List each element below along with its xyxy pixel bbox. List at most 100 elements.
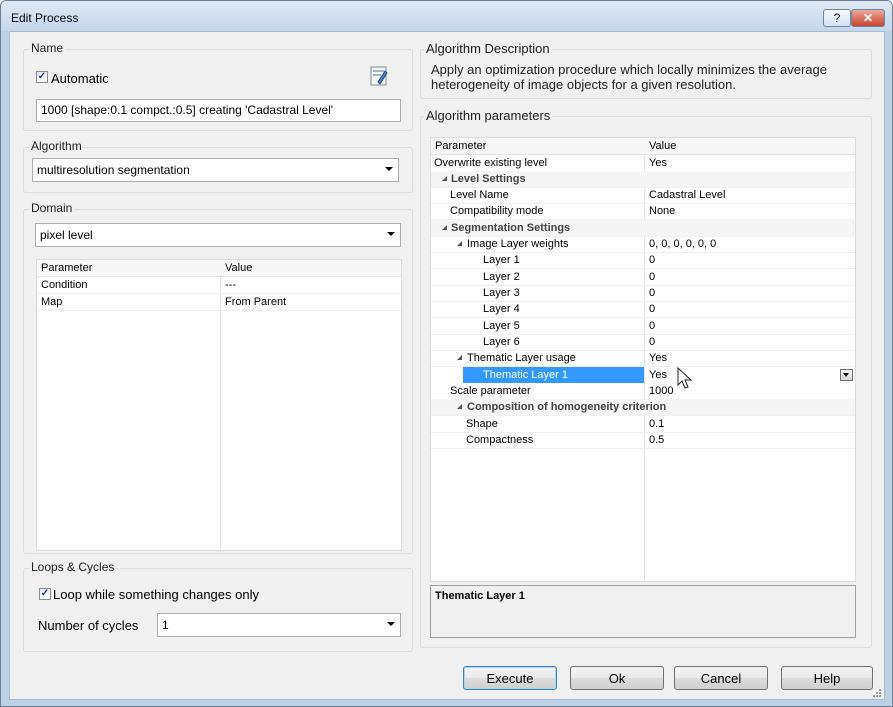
- loop-checkbox[interactable]: ✓: [39, 588, 51, 600]
- column-header-parameter: Parameter: [435, 140, 487, 152]
- param-row-layer-3[interactable]: Layer 3 0: [431, 285, 855, 302]
- help-button[interactable]: Help: [781, 666, 873, 690]
- automatic-label: Automatic: [51, 71, 109, 86]
- row-value: 0.1: [649, 418, 665, 430]
- row-value: 0.5: [649, 434, 665, 446]
- row-value: From Parent: [225, 296, 287, 308]
- row-parameter: Compatibility mode: [450, 205, 544, 217]
- cycles-select[interactable]: 1: [157, 613, 401, 637]
- row-value: 0: [649, 271, 656, 283]
- param-row-layer-4[interactable]: Layer 4 0: [431, 301, 855, 318]
- ok-button[interactable]: Ok: [570, 666, 664, 690]
- param-row-layer-5[interactable]: Layer 5 0: [431, 318, 855, 335]
- chevron-down-icon: [387, 622, 395, 626]
- domain-select-value: pixel level: [40, 228, 93, 242]
- algorithm-select[interactable]: multiresolution segmentation: [32, 158, 399, 182]
- param-row-image-layer-weights[interactable]: Image Layer weights 0, 0, 0, 0, 0, 0: [431, 236, 855, 253]
- domain-parameter-grid: Parameter Value Condition --- Map From P…: [36, 259, 402, 551]
- resize-grip-icon[interactable]: [872, 687, 882, 697]
- cancel-button[interactable]: Cancel: [674, 666, 768, 690]
- param-row-layer-1[interactable]: Layer 1 0: [431, 252, 855, 269]
- param-row-level-name[interactable]: Level Name Cadastral Level: [431, 187, 855, 204]
- param-row-overwrite[interactable]: Overwrite existing level Yes: [431, 155, 855, 172]
- row-parameter: Composition of homogeneity criterion: [467, 401, 667, 413]
- thematic-layer-dropdown-button[interactable]: [840, 369, 853, 381]
- title-bar: Edit Process ? ✕: [1, 1, 892, 31]
- row-value: 0: [649, 287, 656, 299]
- param-row-scale[interactable]: Scale parameter 1000: [431, 383, 855, 400]
- row-parameter: Overwrite existing level: [434, 157, 548, 169]
- loop-label: Loop while something changes only: [53, 587, 259, 602]
- collapse-triangle-icon: [439, 176, 447, 181]
- algorithm-parameter-grid: Parameter Value Overwrite existing level…: [430, 137, 856, 582]
- row-parameter: Thematic Layer usage: [467, 352, 576, 364]
- row-value: 0: [649, 254, 656, 266]
- parameter-help-box: Thematic Layer 1: [430, 585, 856, 638]
- cycles-label: Number of cycles: [38, 618, 139, 633]
- automatic-checkbox[interactable]: ✓: [36, 71, 48, 83]
- row-parameter: Level Name: [450, 189, 509, 201]
- row-value: Cadastral Level: [649, 189, 726, 201]
- row-value: 0, 0, 0, 0, 0, 0: [649, 238, 717, 250]
- chevron-down-icon: [843, 373, 849, 377]
- row-value: None: [649, 205, 676, 217]
- row-value: ---: [225, 279, 236, 291]
- row-parameter: Layer 6: [483, 336, 520, 348]
- row-parameter: Condition: [41, 279, 88, 291]
- algorithm-select-value: multiresolution segmentation: [37, 163, 190, 177]
- column-header-value: Value: [649, 140, 677, 152]
- param-section-segmentation-settings[interactable]: Segmentation Settings: [431, 220, 855, 237]
- algorithm-group-title: Algorithm: [29, 139, 84, 153]
- param-row-thematic-usage[interactable]: Thematic Layer usage Yes: [431, 350, 855, 367]
- param-row-compatibility[interactable]: Compatibility mode None: [431, 203, 855, 220]
- param-row-layer-2[interactable]: Layer 2 0: [431, 269, 855, 286]
- execute-button[interactable]: Execute: [463, 666, 557, 690]
- collapse-triangle-icon: [454, 404, 462, 409]
- name-group-title: Name: [29, 41, 66, 55]
- domain-select[interactable]: pixel level: [35, 223, 401, 247]
- mouse-pointer-icon: [677, 366, 693, 391]
- row-parameter: Layer 1: [483, 254, 520, 266]
- dialog-client-area: Name ✓ Automatic 1000 [shape:0.1 compct.…: [9, 31, 885, 700]
- row-value: 0: [649, 320, 656, 332]
- cycles-select-value: 1: [162, 618, 169, 632]
- title-close-button[interactable]: ✕: [851, 9, 885, 27]
- row-parameter: Layer 2: [483, 271, 520, 283]
- row-value: Yes: [649, 352, 667, 364]
- row-parameter: Layer 5: [483, 320, 520, 332]
- description-group-title: Algorithm Description: [424, 41, 552, 56]
- table-row[interactable]: Map From Parent: [37, 294, 401, 311]
- param-row-thematic-layer-1[interactable]: Thematic Layer 1 Yes: [431, 367, 855, 383]
- loops-group-title: Loops & Cycles: [29, 560, 117, 574]
- domain-group-title: Domain: [29, 201, 75, 215]
- collapse-triangle-icon: [454, 241, 462, 246]
- row-value: 0: [649, 303, 656, 315]
- row-parameter: Segmentation Settings: [451, 222, 571, 234]
- column-header-parameter: Parameter: [41, 262, 93, 274]
- parameters-group-title: Algorithm parameters: [424, 108, 553, 123]
- param-row-layer-6[interactable]: Layer 6 0: [431, 334, 855, 351]
- row-parameter: Level Settings: [451, 173, 526, 185]
- collapse-triangle-icon: [454, 355, 462, 360]
- row-parameter: Layer 3: [483, 287, 520, 299]
- row-parameter: Scale parameter: [450, 385, 531, 397]
- row-value[interactable]: Yes: [649, 367, 667, 383]
- parameter-help-title: Thematic Layer 1: [435, 590, 525, 602]
- param-row-compactness[interactable]: Compactness 0.5: [431, 432, 855, 449]
- process-name-field[interactable]: 1000 [shape:0.1 compct.:0.5] creating 'C…: [36, 99, 401, 122]
- close-icon: ✕: [862, 11, 874, 25]
- row-value: 0: [649, 336, 656, 348]
- window-title: Edit Process: [11, 11, 79, 25]
- row-parameter: Shape: [466, 418, 498, 430]
- chevron-down-icon: [387, 232, 395, 236]
- row-parameter: Map: [41, 296, 63, 308]
- table-row[interactable]: Condition ---: [37, 277, 401, 294]
- row-parameter: Thematic Layer 1: [463, 367, 644, 383]
- param-section-level-settings[interactable]: Level Settings: [431, 171, 855, 188]
- param-row-shape[interactable]: Shape 0.1: [431, 416, 855, 433]
- grid-header: Parameter Value: [37, 260, 401, 277]
- title-help-button[interactable]: ?: [823, 9, 851, 27]
- param-section-homogeneity[interactable]: Composition of homogeneity criterion: [431, 399, 855, 416]
- edit-name-icon[interactable]: [369, 65, 389, 87]
- row-value: Yes: [649, 157, 667, 169]
